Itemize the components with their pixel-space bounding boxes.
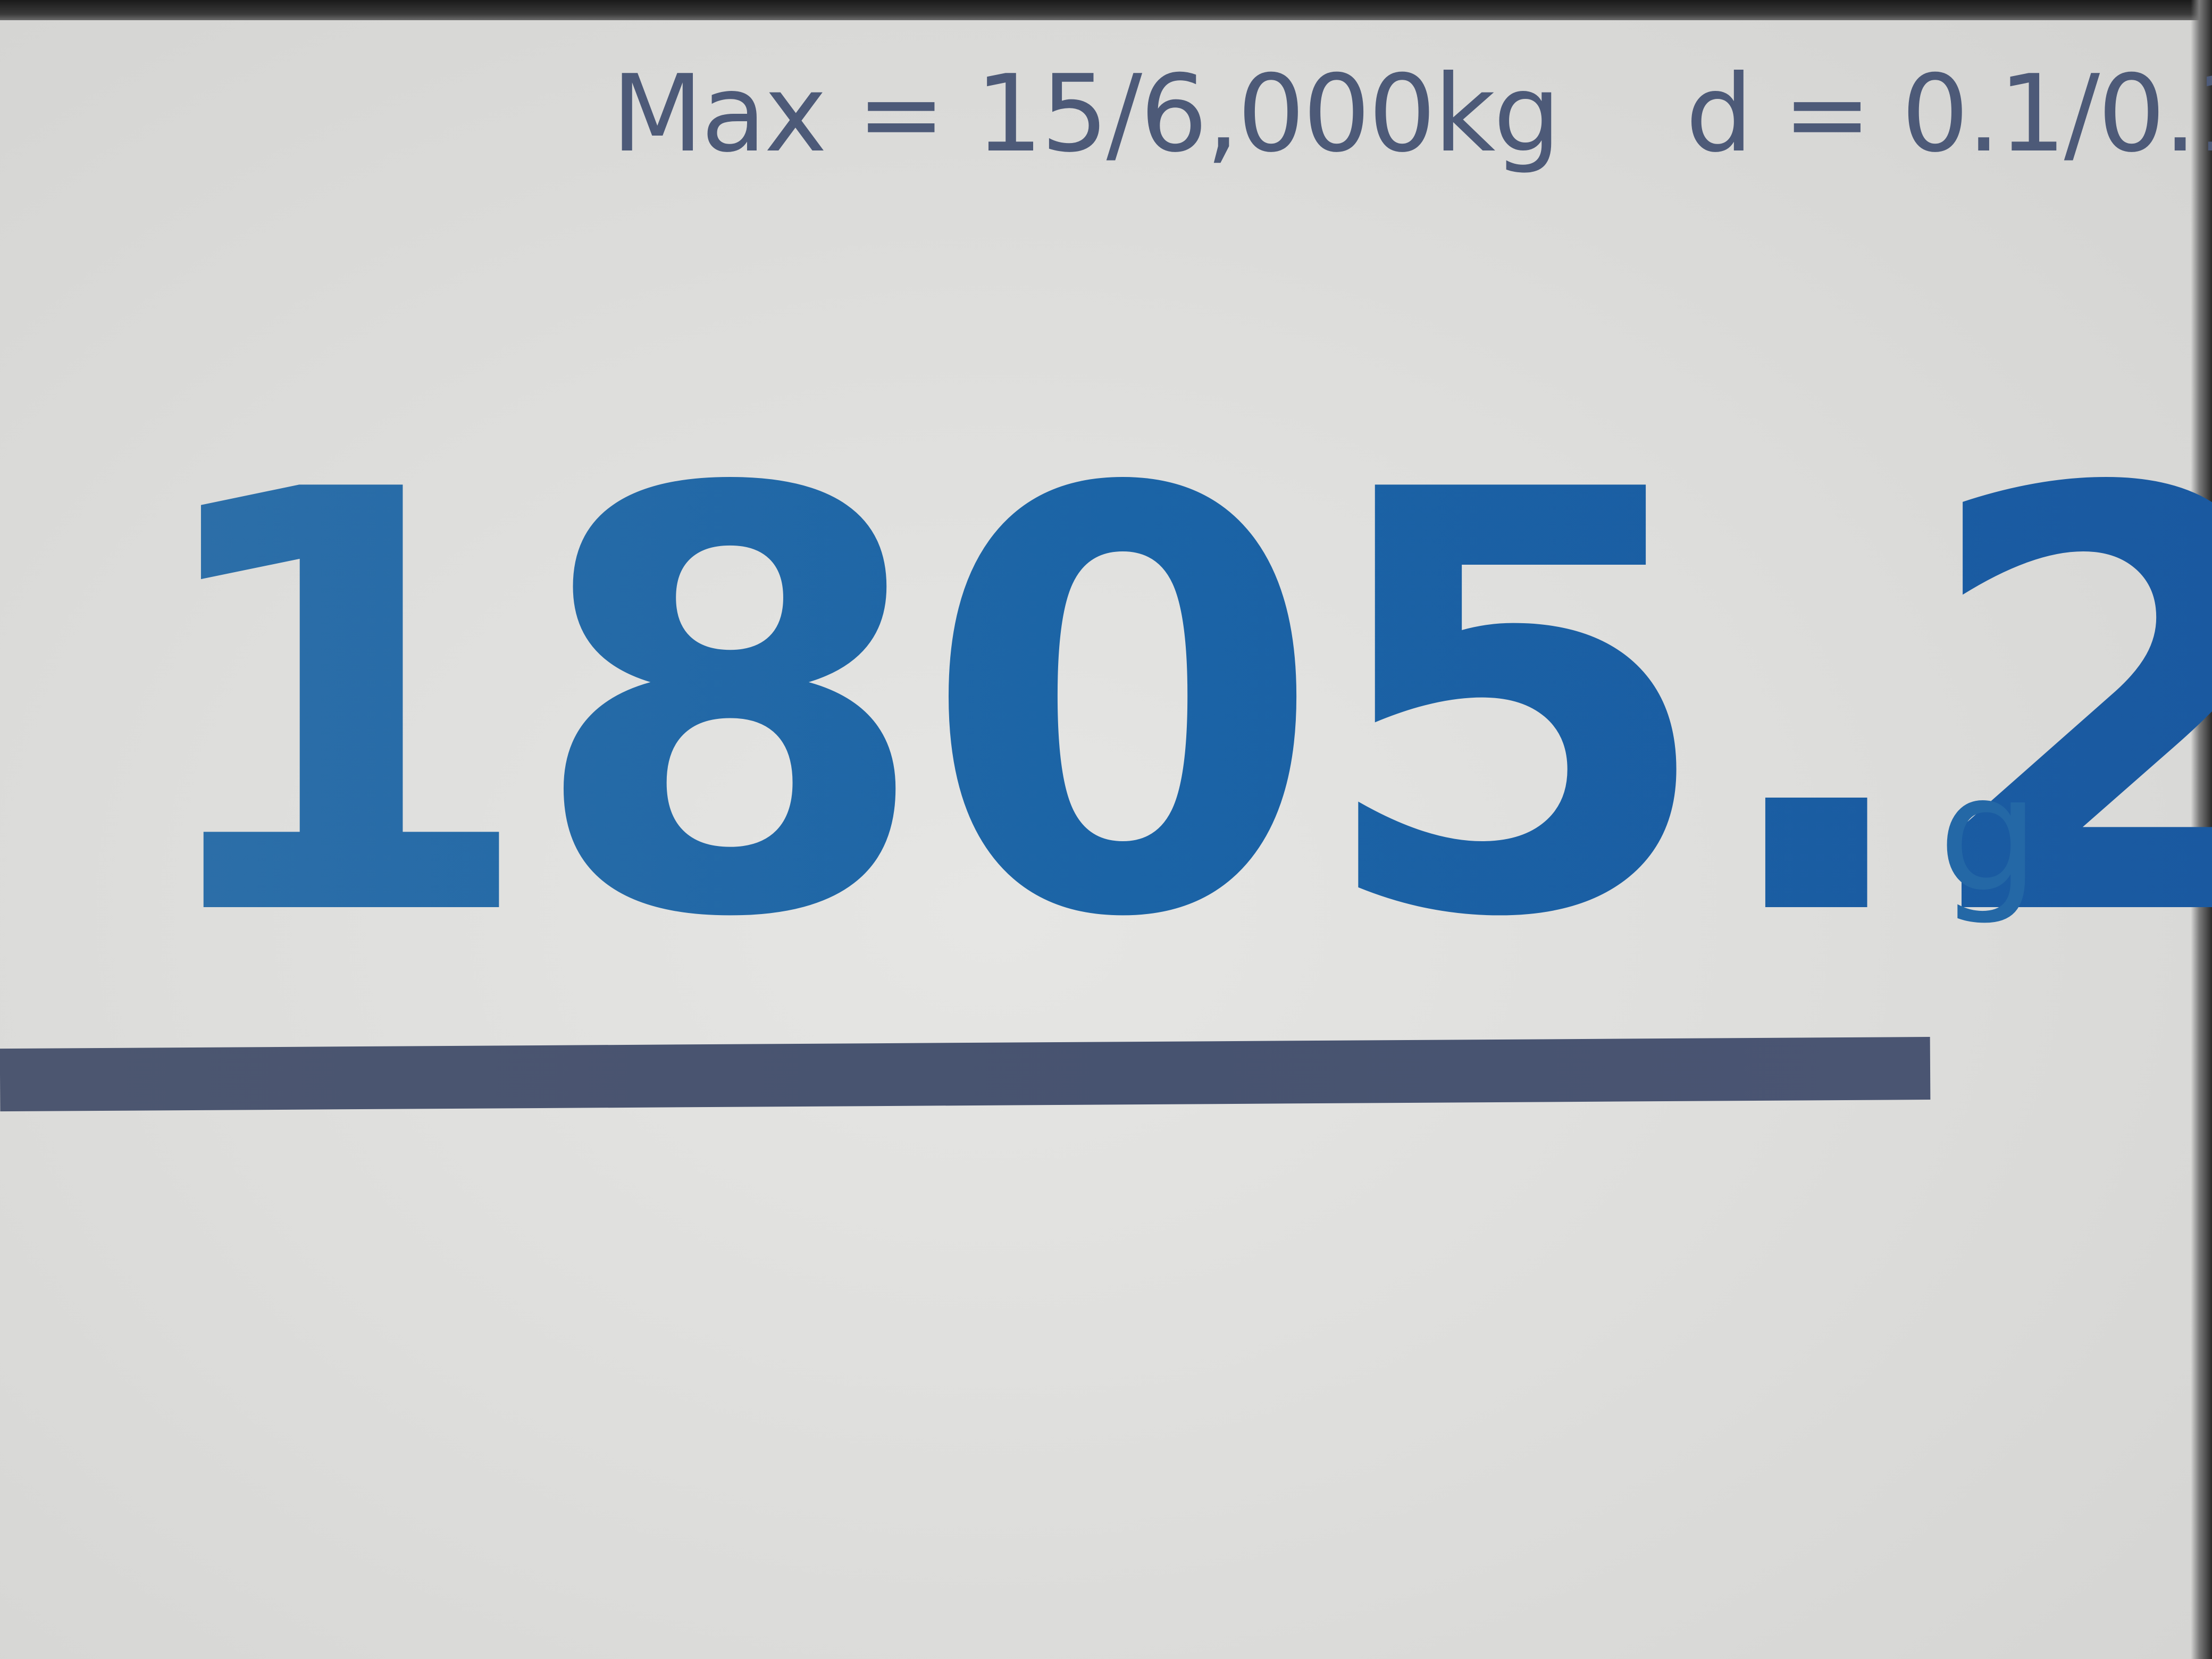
capacity-spec-line: Max = 15/6,000kg d = 0.1/0.1g (611, 52, 2212, 176)
display-bezel-top (0, 0, 2212, 20)
weight-value: 1805.2 (136, 415, 2212, 1000)
reading-underline (0, 1037, 1931, 1112)
max-capacity-label: Max = 15/6,000kg (611, 52, 1561, 176)
division-label: d = 0.1/0.1g (1686, 52, 2212, 176)
scale-display-screen: Max = 15/6,000kg d = 0.1/0.1g 1805.2 g (0, 0, 2212, 1659)
weight-reading: 1805.2 g (136, 415, 2212, 1000)
weight-unit: g (1938, 742, 2040, 927)
